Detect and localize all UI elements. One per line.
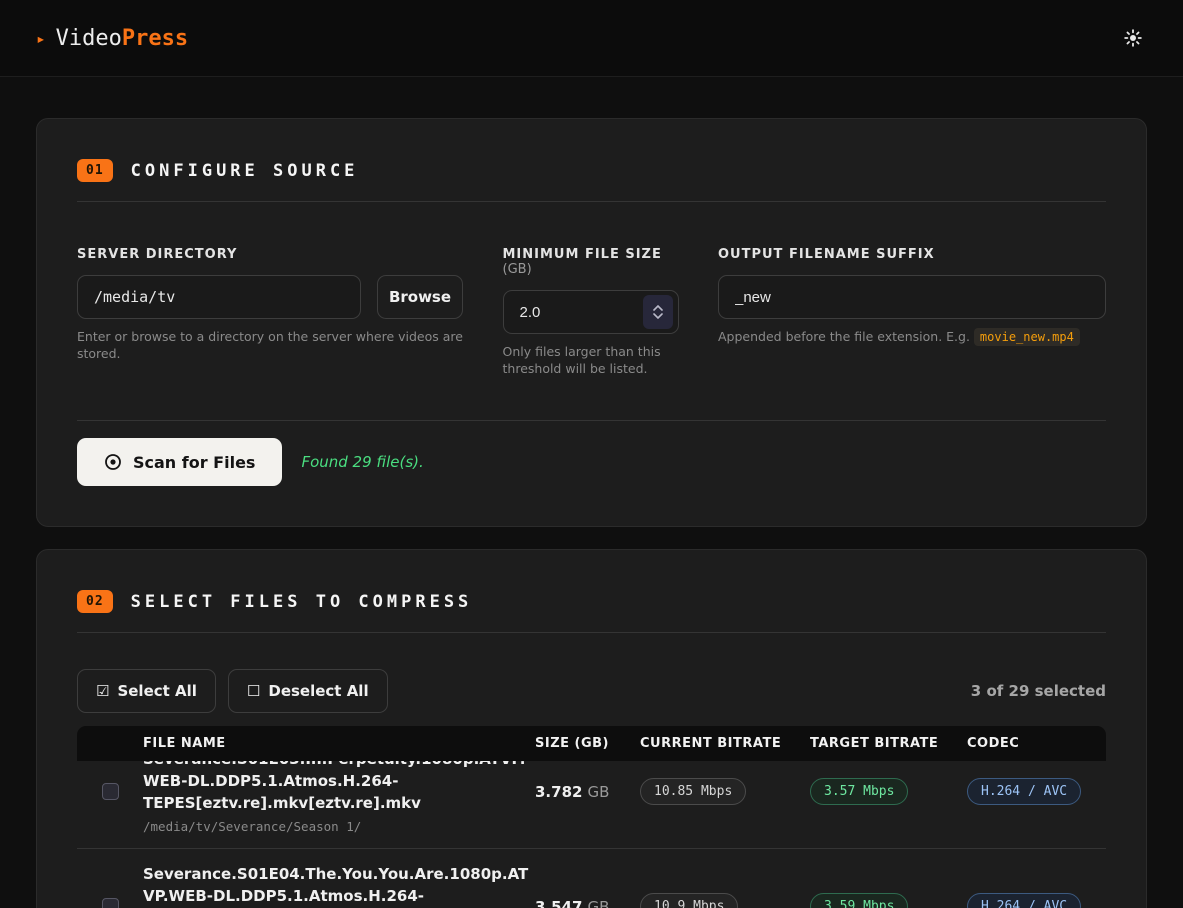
min-file-size-unit: (GB): [503, 262, 532, 277]
top-bar: ▸ VideoPress: [0, 0, 1183, 77]
server-directory-label: SERVER DIRECTORY: [77, 247, 463, 262]
server-directory-help: Enter or browse to a directory on the se…: [77, 328, 463, 362]
select-files-header: 02 SELECT FILES TO COMPRESS: [77, 590, 1106, 613]
browse-button[interactable]: Browse: [377, 275, 463, 319]
filename-example-pill: movie_new.mp4: [974, 328, 1080, 346]
file-size-value: 3.782: [535, 783, 582, 801]
source-form: SERVER DIRECTORY Browse Enter or browse …: [77, 247, 1106, 377]
scan-icon: [104, 453, 122, 471]
step-badge-01: 01: [77, 159, 113, 182]
selection-status: 3 of 29 selected: [971, 682, 1106, 700]
current-bitrate-badge: 10.85 Mbps: [640, 778, 746, 805]
column-header-target-bitrate: TARGET BITRATE: [810, 736, 967, 751]
min-file-size-field-group: MINIMUM FILE SIZE (GB) Only files larger…: [503, 247, 679, 377]
server-directory-field-group: SERVER DIRECTORY Browse Enter or browse …: [77, 247, 463, 377]
output-suffix-field-group: OUTPUT FILENAME SUFFIX Appended before t…: [718, 247, 1106, 377]
file-size-unit: GB: [588, 783, 610, 801]
section-divider: [77, 201, 1106, 202]
min-file-size-label: MINIMUM FILE SIZE (GB): [503, 247, 679, 277]
min-file-size-help: Only files larger than this threshold wi…: [503, 343, 679, 377]
file-size-value: 3.547: [535, 898, 582, 908]
logo-text-primary: Video: [56, 26, 122, 51]
column-header-codec: CODEC: [967, 736, 1106, 751]
select-files-title: SELECT FILES TO COMPRESS: [131, 592, 473, 612]
scan-for-files-button[interactable]: Scan for Files: [77, 438, 282, 486]
scan-result-text: Found 29 file(s).: [301, 453, 423, 471]
chevron-down-icon: [653, 313, 663, 319]
table-row[interactable]: Severance.S01E04.The.You.You.Are.1080p.A…: [77, 849, 1106, 908]
deselect-all-button[interactable]: ☐ Deselect All: [228, 669, 388, 713]
chevron-up-icon: [653, 305, 663, 311]
main-content: 01 CONFIGURE SOURCE SERVER DIRECTORY Bro…: [0, 77, 1183, 908]
step-badge-02: 02: [77, 590, 113, 613]
form-divider: [77, 420, 1106, 421]
logo-arrow-icon: ▸: [36, 29, 46, 48]
output-suffix-help: Appended before the file extension. E.g.…: [718, 328, 1106, 346]
theme-toggle-button[interactable]: [1119, 24, 1147, 52]
column-header-file-name: FILE NAME: [143, 736, 535, 751]
app-logo: ▸ VideoPress: [36, 26, 188, 51]
unchecked-box-icon: ☐: [247, 682, 260, 700]
select-files-card: 02 SELECT FILES TO COMPRESS ☑ Select All…: [36, 549, 1147, 908]
configure-source-header: 01 CONFIGURE SOURCE: [77, 159, 1106, 182]
logo-text-accent: Press: [122, 26, 188, 51]
checked-box-icon: ☑: [96, 682, 109, 700]
target-bitrate-badge: 3.59 Mbps: [810, 893, 908, 908]
table-header-row: FILE NAME SIZE (GB) CURRENT BITRATE TARG…: [77, 726, 1106, 761]
row-checkbox[interactable]: [102, 783, 119, 800]
section-divider: [77, 632, 1106, 633]
current-bitrate-badge: 10.9 Mbps: [640, 893, 738, 908]
number-stepper[interactable]: [643, 295, 673, 329]
row-checkbox[interactable]: [102, 898, 119, 908]
configure-source-card: 01 CONFIGURE SOURCE SERVER DIRECTORY Bro…: [36, 118, 1147, 527]
file-path: /media/tv/Severance/Season 1/: [143, 819, 535, 834]
output-suffix-label: OUTPUT FILENAME SUFFIX: [718, 247, 1106, 262]
output-suffix-input[interactable]: [718, 275, 1106, 319]
table-row[interactable]: Severance.S01E03.In.Perpetuity.1080p.ATV…: [77, 761, 1106, 849]
table-body: Severance.S01E03.In.Perpetuity.1080p.ATV…: [77, 761, 1106, 908]
codec-badge: H.264 / AVC: [967, 778, 1081, 805]
target-bitrate-badge: 3.57 Mbps: [810, 778, 908, 805]
select-all-button[interactable]: ☑ Select All: [77, 669, 216, 713]
configure-source-title: CONFIGURE SOURCE: [131, 161, 359, 181]
server-directory-input[interactable]: [77, 275, 361, 319]
file-table: FILE NAME SIZE (GB) CURRENT BITRATE TARG…: [77, 726, 1106, 908]
sun-icon: [1124, 29, 1142, 47]
column-header-size: SIZE (GB): [535, 736, 640, 751]
codec-badge: H.264 / AVC: [967, 893, 1081, 908]
file-name: Severance.S01E04.The.You.You.Are.1080p.A…: [143, 863, 535, 908]
column-header-current-bitrate: CURRENT BITRATE: [640, 736, 810, 751]
file-name: Severance.S01E03.In.Perpetuity.1080p.ATV…: [143, 761, 535, 814]
file-size-unit: GB: [588, 898, 610, 908]
